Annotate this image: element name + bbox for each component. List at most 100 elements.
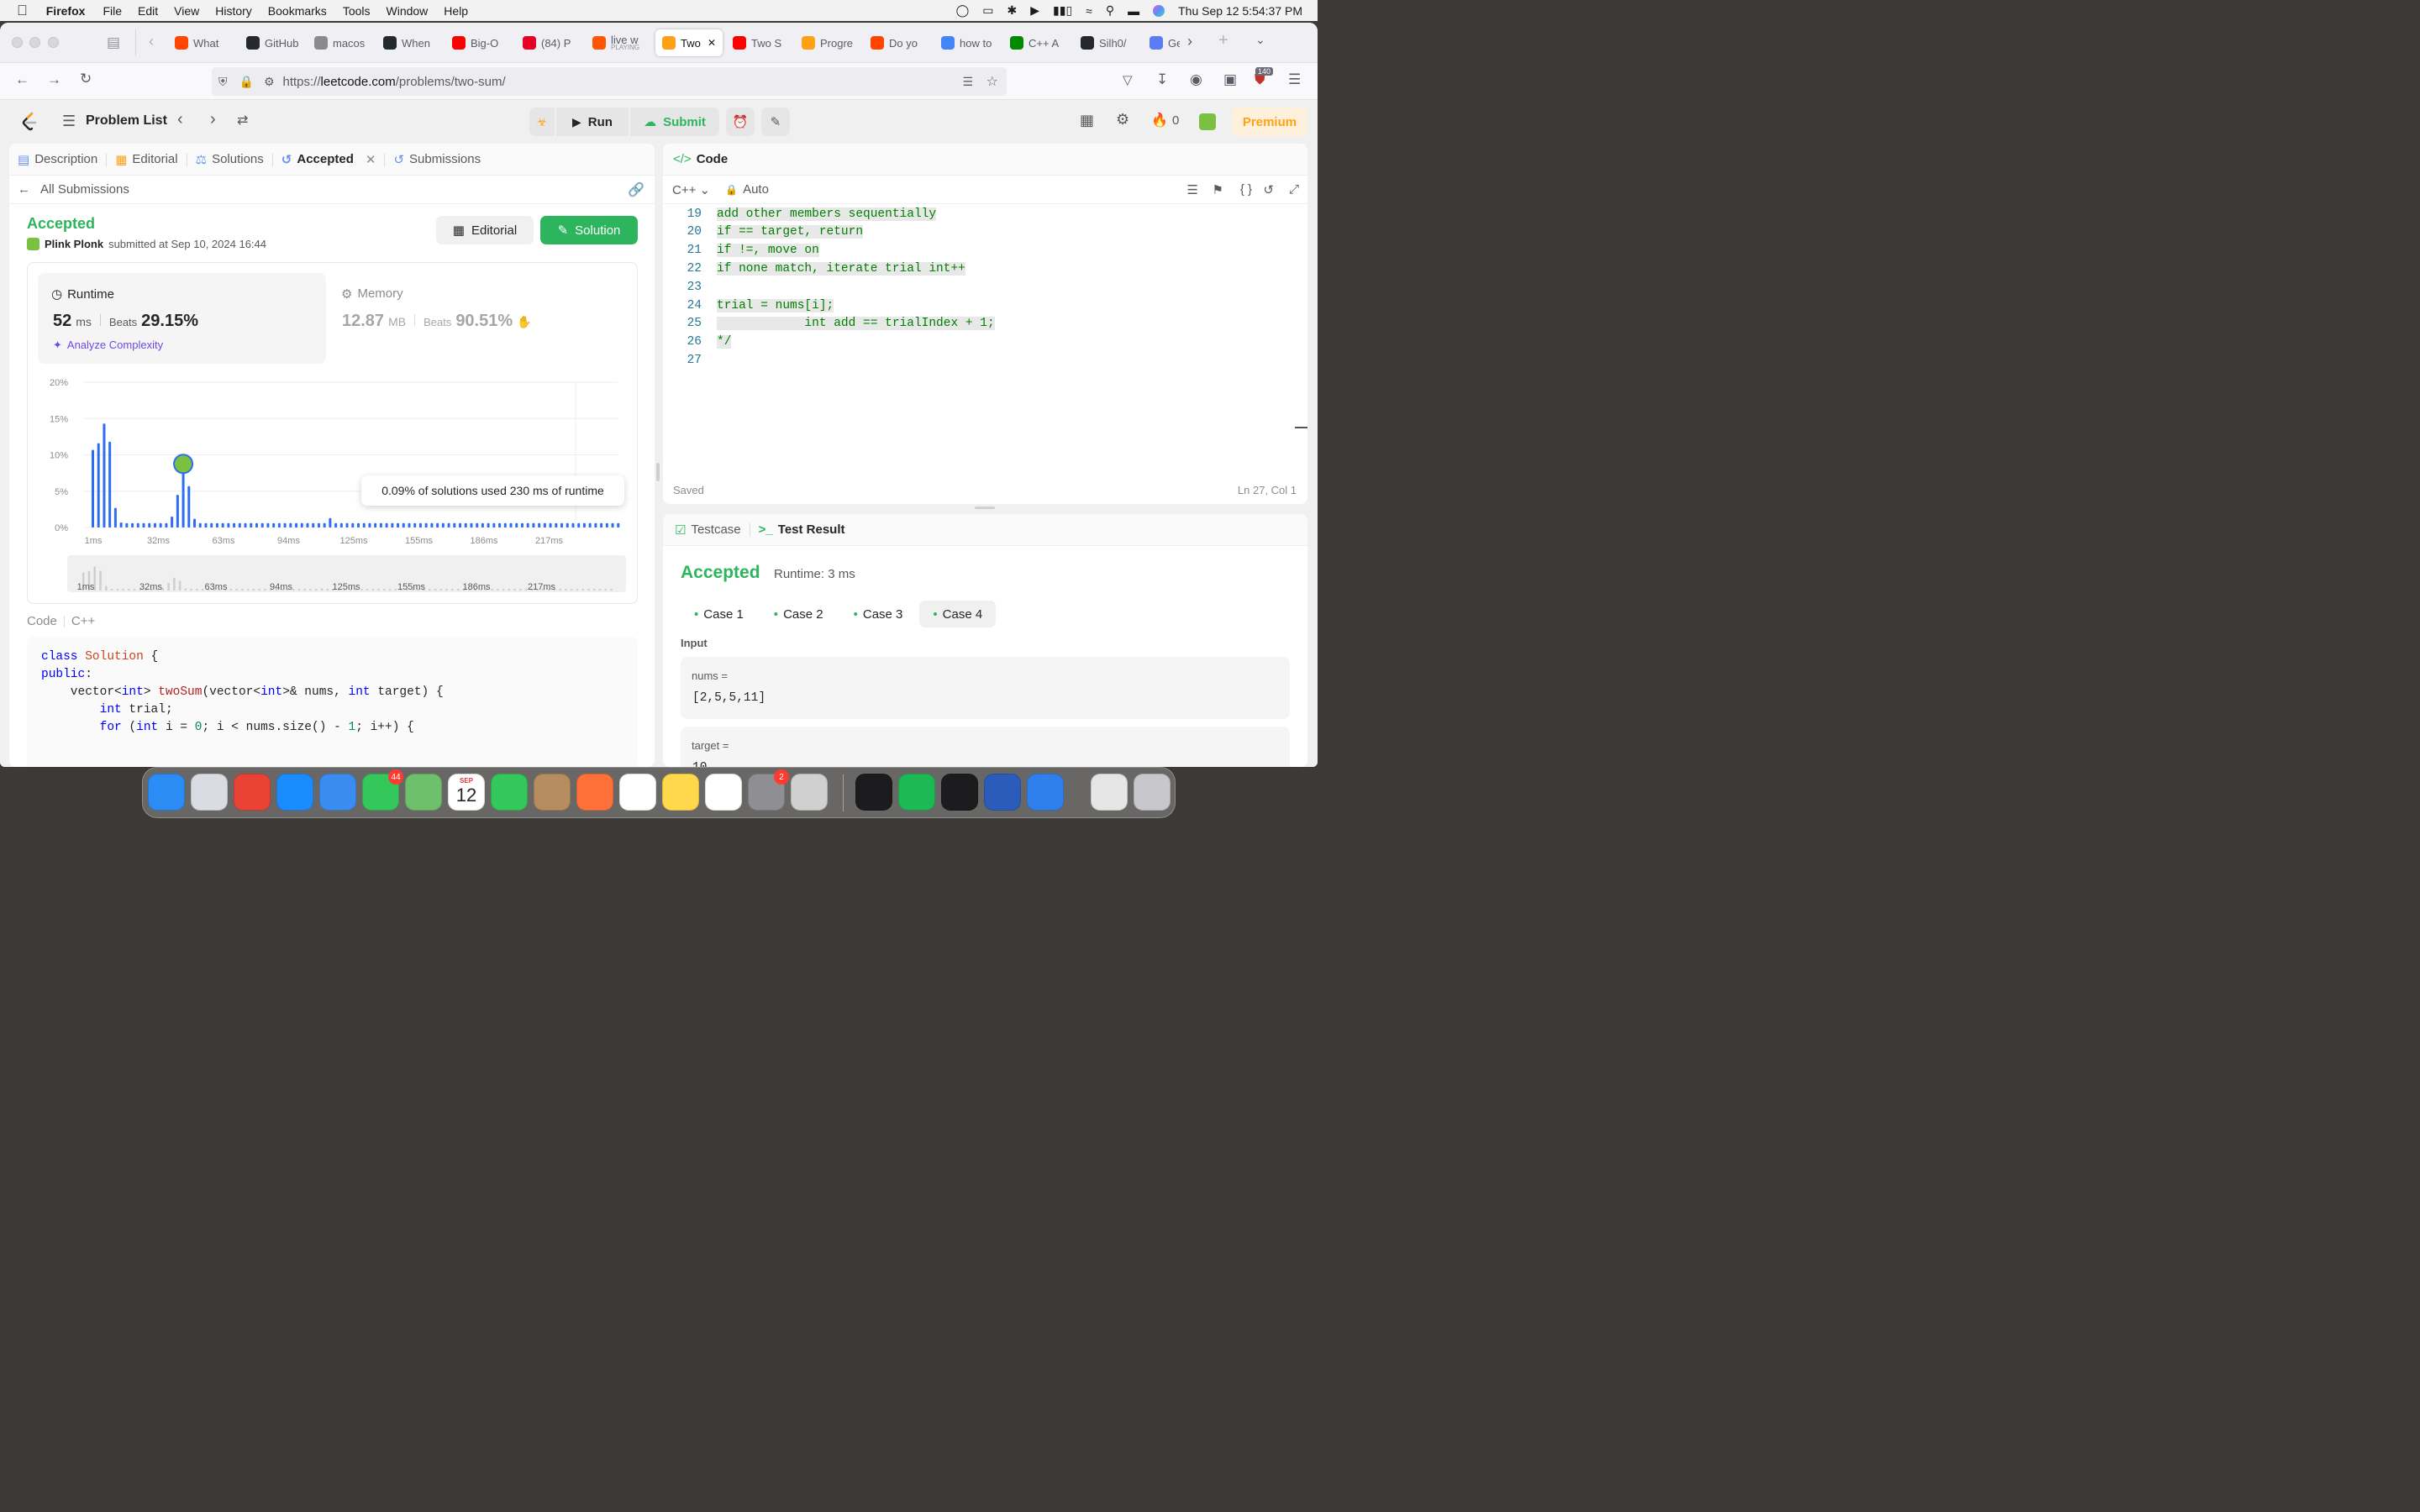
- account-icon[interactable]: ◉: [1190, 71, 1202, 88]
- url-text[interactable]: https://leetcode.com/problems/two-sum/: [283, 75, 506, 89]
- menu-view[interactable]: View: [174, 4, 199, 18]
- new-tab-icon[interactable]: +: [1218, 31, 1228, 50]
- sidebar-icon[interactable]: ▭: [982, 3, 993, 18]
- permissions-icon[interactable]: ⚙: [264, 75, 275, 89]
- url-bar[interactable]: ⛨ 🔒 ⚙ https://leetcode.com/problems/two-…: [212, 67, 1007, 96]
- tab-editorial[interactable]: ▦ Editorial: [107, 152, 186, 167]
- reload-icon[interactable]: ↻: [80, 71, 92, 87]
- format-icon[interactable]: ☰: [1187, 182, 1198, 197]
- list-tabs-icon[interactable]: ⌄: [1255, 33, 1265, 47]
- mail-icon[interactable]: [319, 774, 356, 811]
- wifi-icon[interactable]: ≈: [1086, 4, 1092, 18]
- braces-icon[interactable]: { }: [1240, 182, 1252, 197]
- finder-icon[interactable]: [148, 774, 185, 811]
- app-menu-icon[interactable]: ☰: [1288, 71, 1301, 88]
- tab-solutions[interactable]: ⚖ Solutions: [187, 152, 272, 167]
- browser-tab[interactable]: C++ A: [1003, 29, 1065, 56]
- siri-icon[interactable]: [1153, 4, 1165, 17]
- app-menu[interactable]: Firefox: [46, 4, 86, 18]
- scroll-tabs-left-icon[interactable]: ‹: [149, 33, 154, 50]
- word-icon[interactable]: [984, 774, 1021, 811]
- tab-testcase[interactable]: ☑ Testcase: [666, 522, 750, 538]
- bluetooth-icon[interactable]: ✱: [1007, 3, 1018, 18]
- spotify-icon[interactable]: [898, 774, 935, 811]
- solution-button[interactable]: ✎ Solution: [540, 216, 638, 244]
- close-tab-icon[interactable]: ✕: [708, 37, 716, 49]
- system-settings-icon[interactable]: 2: [748, 769, 789, 811]
- prev-problem-icon[interactable]: ‹: [177, 110, 183, 129]
- pane-resize-handle[interactable]: [656, 463, 660, 481]
- minimize-window-button[interactable]: [29, 37, 40, 48]
- browser-tab[interactable]: live w PLAYING: [586, 29, 650, 56]
- forward-icon[interactable]: →: [47, 71, 61, 88]
- roblox-icon[interactable]: [791, 774, 828, 811]
- problem-list-icon[interactable]: ☰: [62, 113, 76, 130]
- debug-button[interactable]: ☣: [529, 108, 555, 136]
- layout-icon[interactable]: ▦: [1080, 112, 1094, 129]
- editorial-button[interactable]: ▦ Editorial: [436, 216, 534, 244]
- case-2-chip[interactable]: • Case 2: [760, 601, 837, 627]
- menu-tools[interactable]: Tools: [343, 4, 371, 18]
- menu-file[interactable]: File: [103, 4, 122, 18]
- pane-resize-handle[interactable]: [975, 507, 995, 509]
- user-name[interactable]: Plink Plonk: [45, 238, 103, 250]
- streak-count[interactable]: 0: [1172, 113, 1179, 128]
- airpods-icon[interactable]: ◯: [956, 3, 970, 18]
- downloads-icon[interactable]: ↧: [1156, 71, 1168, 88]
- tab-description[interactable]: ▤ Description: [9, 152, 106, 167]
- case-3-chip[interactable]: • Case 3: [840, 601, 917, 627]
- run-button[interactable]: ▶ Run: [556, 108, 629, 136]
- share-link-icon[interactable]: 🔗: [628, 181, 644, 198]
- vscode-icon[interactable]: [1027, 774, 1064, 811]
- browser-tab[interactable]: What: [168, 29, 230, 56]
- notes-button[interactable]: ✎: [761, 108, 790, 136]
- browser-tab[interactable]: Silh0/: [1074, 29, 1136, 56]
- runtime-distribution-chart[interactable]: 20% 15% 10% 5% 0% 1ms 32ms 63ms 94ms 125ms 155ms 18…: [28, 364, 639, 549]
- zoom-window-button[interactable]: [48, 37, 59, 48]
- control-center-icon[interactable]: ▬: [1128, 4, 1139, 18]
- submission-code[interactable]: class Solution { public: vector<int> two…: [27, 637, 638, 767]
- browser-tab[interactable]: Ge: [1143, 29, 1180, 56]
- facetime-icon[interactable]: [491, 774, 528, 811]
- runtime-card[interactable]: ◷ Runtime 52 ms Beats 29.15% ✦ Analyze Com…: [38, 273, 326, 364]
- browser-tab[interactable]: When: [376, 29, 439, 56]
- reader-view-icon[interactable]: ☰: [962, 75, 973, 89]
- play-icon[interactable]: ▶: [1030, 3, 1039, 18]
- pocket-icon[interactable]: ▽: [1123, 72, 1133, 87]
- chrome-icon[interactable]: [234, 774, 271, 811]
- back-arrow-icon[interactable]: ←: [18, 182, 30, 197]
- next-problem-icon[interactable]: ›: [210, 110, 216, 129]
- contacts-icon[interactable]: [534, 774, 571, 811]
- shield-icon[interactable]: ⛨: [218, 75, 228, 89]
- close-window-button[interactable]: [12, 37, 23, 48]
- settings-gear-icon[interactable]: ⚙: [1116, 111, 1129, 129]
- chart-range-slider[interactable]: 1ms 32ms 63ms 94ms 125ms 155ms 186ms 217ms: [67, 555, 626, 592]
- case-1-chip[interactable]: • Case 1: [681, 601, 757, 627]
- activity-monitor-icon[interactable]: [855, 774, 892, 811]
- browser-tab[interactable]: GitHub: [239, 29, 302, 56]
- lock-icon[interactable]: 🔒: [239, 75, 254, 89]
- menu-edit[interactable]: Edit: [138, 4, 158, 18]
- launchpad-icon[interactable]: [191, 774, 228, 811]
- scroll-tabs-right-icon[interactable]: ›: [1187, 33, 1192, 50]
- safari-icon[interactable]: [276, 774, 313, 811]
- reset-icon[interactable]: ↺: [1263, 182, 1274, 197]
- notes-icon[interactable]: [662, 774, 699, 811]
- tab-accepted[interactable]: ↺ Accepted ✕: [273, 152, 385, 167]
- browser-tab[interactable]: Progre: [795, 29, 857, 56]
- battery-icon[interactable]: ▮▮▯: [1053, 3, 1072, 18]
- menubar-clock[interactable]: Thu Sep 12 5:54:37 PM: [1178, 4, 1302, 18]
- apple-icon[interactable]: : [17, 3, 28, 19]
- freeform-icon[interactable]: [705, 774, 742, 811]
- auto-mode[interactable]: Auto: [743, 182, 769, 197]
- terminal-icon[interactable]: [941, 774, 978, 811]
- firefox-icon[interactable]: [576, 774, 613, 811]
- tab-test-result[interactable]: >_ Test Result: [750, 522, 854, 537]
- browser-tab[interactable]: macos: [308, 29, 370, 56]
- close-tab-icon[interactable]: ✕: [366, 152, 376, 167]
- trash-icon[interactable]: [1134, 774, 1171, 811]
- fullscreen-icon[interactable]: ⤢: [1289, 182, 1299, 197]
- tab-overview-icon[interactable]: ▤: [107, 34, 120, 51]
- all-submissions-link[interactable]: All Submissions: [40, 182, 129, 197]
- messages-icon[interactable]: 44: [362, 769, 403, 811]
